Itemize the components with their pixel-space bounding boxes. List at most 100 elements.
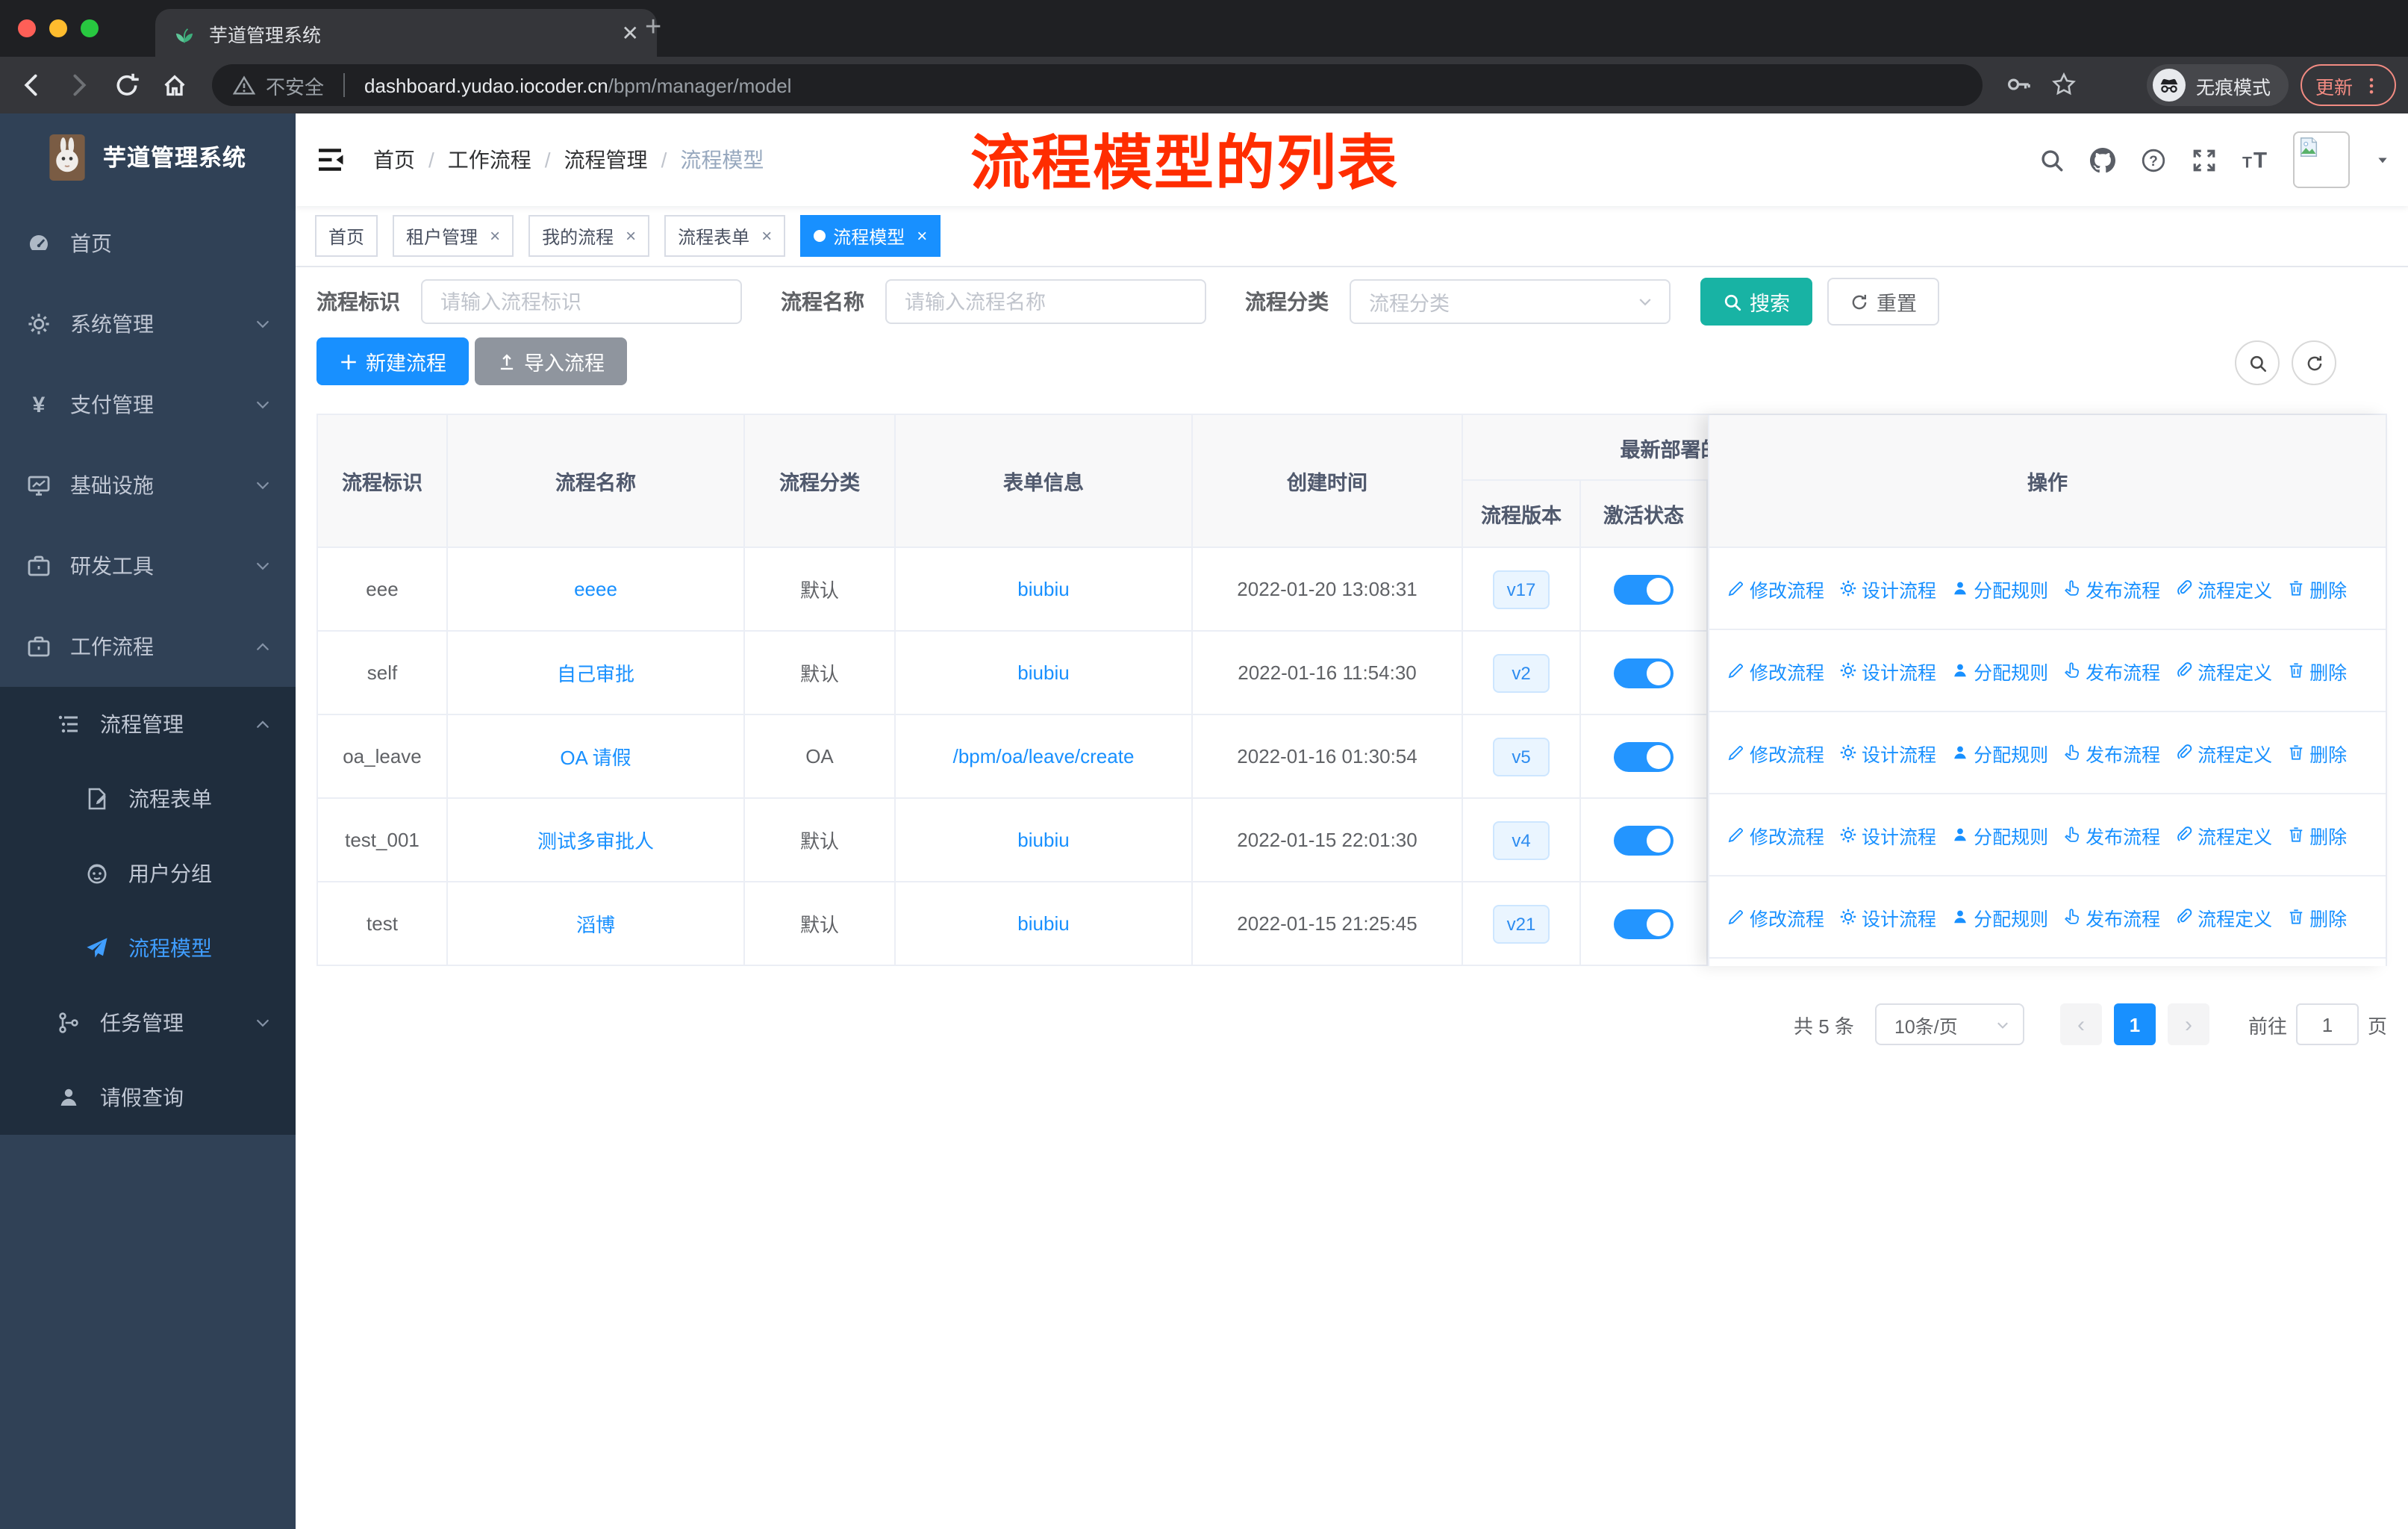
form-info-link[interactable]: biubiu xyxy=(1017,661,1069,684)
process-name-link[interactable]: eeee xyxy=(574,578,617,600)
page-size-select[interactable]: 10条/页 xyxy=(1874,1003,2024,1045)
browser-tab[interactable]: 芋道管理系统 ✕ xyxy=(155,9,657,57)
back-icon[interactable] xyxy=(18,72,45,99)
action-hand-link[interactable]: 发布流程 xyxy=(2063,738,2160,767)
action-user-link[interactable]: 分配规则 xyxy=(1951,574,2048,602)
next-page-button[interactable]: › xyxy=(2167,1003,2209,1045)
action-trash-link[interactable]: 删除 xyxy=(2287,574,2347,602)
sidebar-item-infra[interactable]: 基础设施 xyxy=(0,445,296,526)
action-gear-link[interactable]: 设计流程 xyxy=(1839,820,1936,849)
current-page-button[interactable]: 1 xyxy=(2113,1003,2156,1045)
active-toggle[interactable] xyxy=(1614,574,1674,604)
search-button[interactable]: 搜索 xyxy=(1700,278,1812,326)
sidebar-item-workflow[interactable]: 工作流程 xyxy=(0,606,296,687)
action-gear-link[interactable]: 设计流程 xyxy=(1839,574,1936,602)
close-window-button[interactable] xyxy=(18,19,36,37)
address-bar[interactable]: 不安全 dashboard.yudao.iocoder.cn/bpm/manag… xyxy=(212,64,1983,106)
action-edit-link[interactable]: 修改流程 xyxy=(1727,738,1824,767)
prev-page-button[interactable]: ‹ xyxy=(2059,1003,2102,1045)
sidebar-item-devtools[interactable]: 研发工具 xyxy=(0,526,296,606)
action-user-link[interactable]: 分配规则 xyxy=(1951,820,2048,849)
import-process-button[interactable]: 导入流程 xyxy=(475,337,627,385)
action-hand-link[interactable]: 发布流程 xyxy=(2063,903,2160,931)
action-edit-link[interactable]: 修改流程 xyxy=(1727,820,1824,849)
active-toggle[interactable] xyxy=(1614,658,1674,688)
process-name-input[interactable] xyxy=(885,279,1206,324)
action-clip-link[interactable]: 流程定义 xyxy=(2175,574,2272,602)
action-user-link[interactable]: 分配规则 xyxy=(1951,738,2048,767)
home-icon[interactable] xyxy=(161,72,188,99)
tag-租户管理[interactable]: 租户管理 × xyxy=(393,215,514,257)
new-tab-button[interactable]: + xyxy=(645,12,661,45)
maximize-window-button[interactable] xyxy=(81,19,99,37)
active-toggle[interactable] xyxy=(1614,825,1674,855)
action-gear-link[interactable]: 设计流程 xyxy=(1839,656,1936,685)
action-trash-link[interactable]: 删除 xyxy=(2287,903,2347,931)
version-badge[interactable]: v5 xyxy=(1493,737,1550,776)
goto-page-input[interactable] xyxy=(2295,1003,2359,1045)
process-name-link[interactable]: 自己审批 xyxy=(557,658,634,687)
action-hand-link[interactable]: 发布流程 xyxy=(2063,574,2160,602)
reset-button[interactable]: 重置 xyxy=(1827,278,1939,326)
fullscreen-icon[interactable] xyxy=(2192,147,2217,172)
tag-close-icon[interactable]: × xyxy=(917,225,927,246)
sidebar-item-home[interactable]: 首页 xyxy=(0,203,296,284)
tag-close-icon[interactable]: × xyxy=(626,225,636,246)
forward-icon[interactable] xyxy=(66,72,93,99)
action-user-link[interactable]: 分配规则 xyxy=(1951,656,2048,685)
breadcrumb-item[interactable]: 首页 xyxy=(373,145,415,175)
tag-首页[interactable]: 首页 xyxy=(315,215,378,257)
category-select[interactable]: 流程分类 xyxy=(1350,279,1671,324)
action-edit-link[interactable]: 修改流程 xyxy=(1727,903,1824,931)
create-process-button[interactable]: 新建流程 xyxy=(316,337,469,385)
browser-update-button[interactable]: 更新 xyxy=(2300,64,2396,106)
bookmark-star-icon[interactable] xyxy=(2051,72,2077,97)
action-hand-link[interactable]: 发布流程 xyxy=(2063,656,2160,685)
action-hand-link[interactable]: 发布流程 xyxy=(2063,820,2160,849)
refresh-table-button[interactable] xyxy=(2292,340,2336,385)
version-badge[interactable]: v17 xyxy=(1493,570,1550,608)
version-badge[interactable]: v4 xyxy=(1493,820,1550,859)
action-clip-link[interactable]: 流程定义 xyxy=(2175,738,2272,767)
sidebar-item-payment[interactable]: ¥ 支付管理 xyxy=(0,364,296,445)
version-badge[interactable]: v21 xyxy=(1493,904,1550,943)
action-trash-link[interactable]: 删除 xyxy=(2287,656,2347,685)
tag-我的流程[interactable]: 我的流程 × xyxy=(528,215,650,257)
sidebar-item-process-model[interactable]: 流程模型 xyxy=(0,911,296,985)
avatar[interactable] xyxy=(2293,131,2350,188)
action-trash-link[interactable]: 删除 xyxy=(2287,820,2347,849)
form-info-link[interactable]: biubiu xyxy=(1017,829,1069,851)
action-clip-link[interactable]: 流程定义 xyxy=(2175,656,2272,685)
caret-down-icon[interactable] xyxy=(2375,152,2390,167)
tag-close-icon[interactable]: × xyxy=(761,225,772,246)
search-icon[interactable] xyxy=(2039,147,2065,172)
action-trash-link[interactable]: 删除 xyxy=(2287,738,2347,767)
menu-dots-icon[interactable] xyxy=(2362,75,2381,95)
action-clip-link[interactable]: 流程定义 xyxy=(2175,903,2272,931)
font-size-icon[interactable]: TT xyxy=(2242,147,2268,172)
action-edit-link[interactable]: 修改流程 xyxy=(1727,656,1824,685)
tag-流程表单[interactable]: 流程表单 × xyxy=(664,215,786,257)
tag-close-icon[interactable]: × xyxy=(490,225,500,246)
github-icon[interactable] xyxy=(2090,147,2115,172)
action-user-link[interactable]: 分配规则 xyxy=(1951,903,2048,931)
sidebar-item-leave-query[interactable]: 请假查询 xyxy=(0,1060,296,1135)
active-toggle[interactable] xyxy=(1614,909,1674,938)
sidebar-item-user-group[interactable]: 用户分组 xyxy=(0,836,296,911)
sidebar-item-process-mgmt[interactable]: 流程管理 xyxy=(0,687,296,762)
active-toggle[interactable] xyxy=(1614,741,1674,771)
process-name-link[interactable]: 滔博 xyxy=(576,909,615,938)
process-name-link[interactable]: 测试多审批人 xyxy=(537,826,654,854)
form-info-link[interactable]: biubiu xyxy=(1017,578,1069,600)
breadcrumb-item[interactable]: 工作流程 xyxy=(448,145,531,175)
action-clip-link[interactable]: 流程定义 xyxy=(2175,820,2272,849)
process-id-input[interactable] xyxy=(421,279,742,324)
minimize-window-button[interactable] xyxy=(49,19,67,37)
process-name-link[interactable]: OA 请假 xyxy=(560,742,631,770)
reload-icon[interactable] xyxy=(113,72,140,99)
toggle-search-button[interactable] xyxy=(2235,340,2280,385)
action-edit-link[interactable]: 修改流程 xyxy=(1727,574,1824,602)
help-icon[interactable]: ? xyxy=(2141,147,2166,172)
action-gear-link[interactable]: 设计流程 xyxy=(1839,738,1936,767)
form-info-link[interactable]: biubiu xyxy=(1017,912,1069,935)
